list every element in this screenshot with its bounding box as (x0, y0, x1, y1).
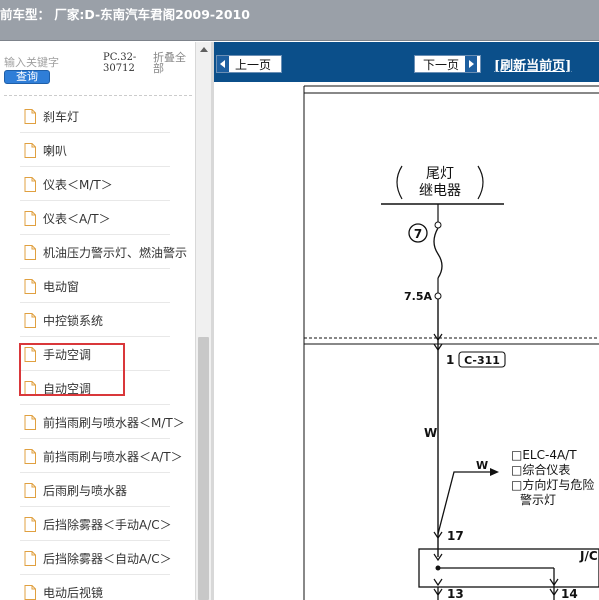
arrow-left-icon (217, 56, 229, 72)
tree-item-label: 喇叭 (43, 143, 68, 158)
tree-item-label: 中控锁系统 (43, 313, 104, 328)
tree-item-label: 后雨刷与喷水器 (43, 483, 128, 498)
document-icon (24, 584, 36, 600)
tree-item[interactable]: 仪表＜M/T＞ (0, 167, 195, 201)
tree-item[interactable]: 中控锁系统 (0, 303, 195, 337)
tree-item-label: 后挡除雾器＜自动A/C＞ (43, 551, 172, 566)
jc-label: J/C (579, 549, 598, 563)
tree-item-label: 前挡雨刷与喷水器＜A/T＞ (43, 449, 183, 464)
document-icon (24, 414, 36, 430)
document-icon (24, 312, 36, 328)
title-bar: 前车型： 厂家:D-东南汽车君阁2009-2010 (0, 0, 599, 41)
tree-item[interactable]: 手动空调 (0, 337, 195, 371)
tree-item[interactable]: 前挡雨刷与喷水器＜A/T＞ (0, 439, 195, 473)
tree-item-label: 后挡除雾器＜手动A/C＞ (43, 517, 172, 532)
tree-item-label: 刹车灯 (43, 109, 80, 124)
document-icon (24, 176, 36, 192)
destination-2: □综合仪表 (511, 462, 570, 477)
tree-item-label: 电动窗 (43, 279, 80, 294)
document-icon (24, 448, 36, 464)
keyword-input[interactable] (4, 54, 98, 70)
scroll-up-arrow-icon[interactable] (196, 42, 211, 57)
tree-item[interactable]: 仪表＜A/T＞ (0, 201, 195, 235)
pin-1-label: 1 (446, 353, 454, 367)
left-pane: PC.32-30712 折叠全部 查询 刹车灯喇叭仪表＜M/T＞ 仪表＜A/T＞ 机… (0, 42, 195, 600)
search-area: PC.32-30712 折叠全部 查询 (0, 42, 195, 96)
document-icon (24, 380, 36, 396)
relay-line1: 尾灯 (426, 166, 454, 182)
destination-4: 警示灯 (520, 492, 556, 507)
tree-item[interactable]: 后挡除雾器＜手动A/C＞ (0, 507, 195, 541)
tree-item-label: 手动空调 (43, 347, 92, 362)
tree-item[interactable]: 电动窗 (0, 269, 195, 303)
wiring-diagram: 尾灯 继电器 7 7.5A 1 C-311 W W □ELC-4A/T □综合仪… (214, 82, 599, 600)
prev-page-button[interactable]: 上一页 (216, 55, 282, 73)
arrow-right-icon (465, 56, 478, 72)
document-icon (24, 142, 36, 158)
document-icon (24, 278, 36, 294)
tree-item[interactable]: 后雨刷与喷水器 (0, 473, 195, 507)
scroll-thumb[interactable] (198, 337, 209, 600)
prev-page-label: 上一页 (235, 57, 272, 72)
document-icon (24, 346, 36, 362)
tree-item[interactable]: 前挡雨刷与喷水器＜M/T＞ (0, 405, 195, 439)
fuse-symbol (433, 227, 443, 279)
collapse-all-link[interactable]: 折叠全部 (153, 52, 191, 74)
fuse-rating: 7.5A (404, 290, 432, 303)
pin-17-label: 17 (447, 529, 464, 543)
document-icon (24, 482, 36, 498)
divider (4, 95, 192, 96)
branch-wire (437, 471, 490, 535)
fuse-number: 7 (414, 227, 422, 241)
tree-item[interactable]: 机油压力警示灯、燃油警示 (0, 235, 195, 269)
tree-item[interactable]: 电动后视镜 (0, 575, 195, 600)
query-button[interactable]: 查询 (4, 70, 50, 84)
tree-item-label: 仪表＜A/T＞ (43, 211, 111, 226)
connector-1-label: C-311 (464, 354, 500, 367)
wire-color-branch: W (476, 459, 488, 472)
destination-1: □ELC-4A/T (511, 448, 577, 462)
document-icon (24, 210, 36, 226)
next-page-button[interactable]: 下一页 (414, 55, 481, 73)
destination-3: □方向灯与危险 (511, 477, 594, 492)
tree-item-label: 仪表＜M/T＞ (43, 177, 113, 192)
document-icon (24, 516, 36, 532)
document-tree: 刹车灯喇叭仪表＜M/T＞ 仪表＜A/T＞ 机油压力警示灯、燃油警示 电动窗中控锁系统手… (0, 99, 195, 600)
document-icon (24, 244, 36, 260)
wire-color-main: W (424, 426, 437, 440)
next-page-label: 下一页 (423, 57, 460, 72)
tree-item-label: 自动空调 (43, 381, 92, 396)
relay-label: 尾灯 继电器 (396, 165, 484, 200)
tree-item-label: 前挡雨刷与喷水器＜M/T＞ (43, 415, 185, 430)
tree-item[interactable]: 刹车灯 (0, 99, 195, 133)
pin-14-label: 14 (561, 587, 578, 600)
document-icon (24, 108, 36, 124)
pc-code: PC.32-30712 (103, 52, 137, 74)
refresh-page-link[interactable]: [刷新当前页] (494, 55, 571, 74)
pin-13-label: 13 (447, 587, 464, 600)
vehicle-title: 前车型： 厂家:D-东南汽车君阁2009-2010 (0, 7, 250, 22)
relay-line2: 继电器 (419, 183, 461, 199)
left-scrollbar[interactable] (195, 42, 211, 600)
document-icon (24, 550, 36, 566)
tree-item[interactable]: 后挡除雾器＜自动A/C＞ (0, 541, 195, 575)
right-pane: 上一页 下一页 [刷新当前页] 尾灯 继电器 7 7.5A 1 C-311 W … (214, 42, 599, 600)
tree-item[interactable]: 喇叭 (0, 133, 195, 167)
tree-item-label: 电动后视镜 (43, 585, 104, 600)
page-nav-bar: 上一页 下一页 [刷新当前页] (214, 42, 599, 82)
tree-item[interactable]: 自动空调 (0, 371, 195, 405)
tree-item-label: 机油压力警示灯、燃油警示 (43, 245, 188, 260)
